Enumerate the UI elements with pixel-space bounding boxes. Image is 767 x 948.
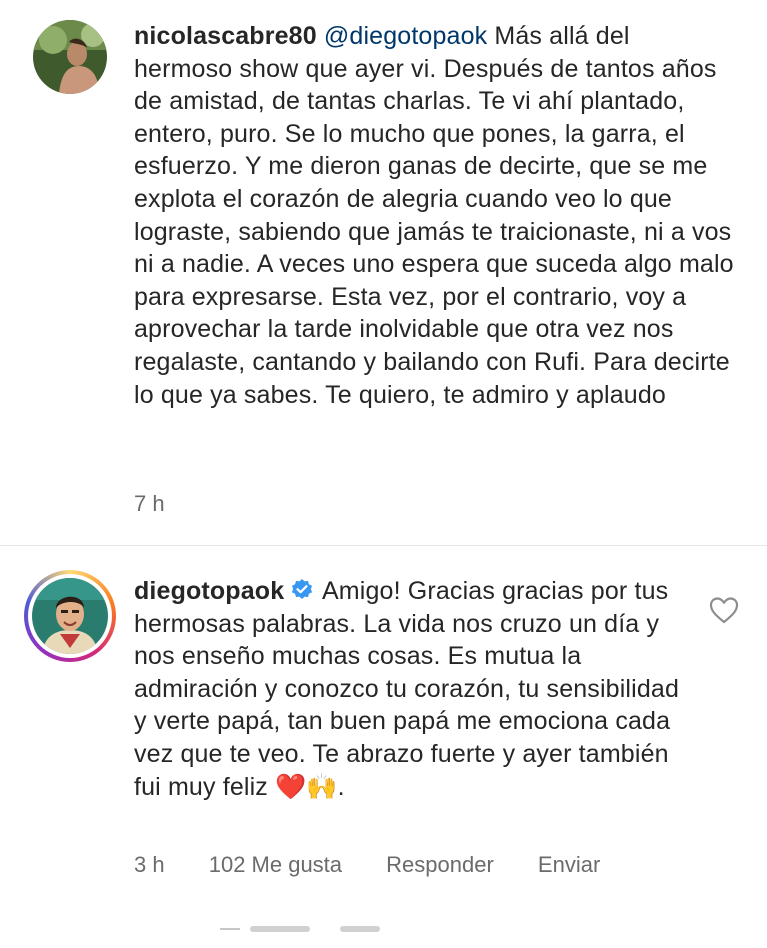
heart-outline-icon [709, 597, 739, 624]
comment-meta: 7 h [134, 491, 203, 517]
reply-button[interactable]: Responder [386, 852, 494, 877]
comment-text: Amigo! Gracias gracias por tus hermosas … [134, 577, 679, 801]
comment-text: Más allá del hermoso show que ayer vi. D… [134, 22, 734, 409]
comment-username[interactable]: diegotopaok [134, 577, 284, 605]
comment-username[interactable]: nicolascabre80 [134, 22, 317, 50]
avatar-diegotopaok [32, 578, 108, 654]
comment-time: 7 h [134, 491, 165, 516]
comment-time: 3 h [134, 852, 165, 877]
verified-badge-icon [292, 579, 313, 599]
comment-emoji: ❤️🙌. [275, 772, 345, 801]
view-replies-peek[interactable] [210, 918, 410, 948]
avatar-photo [33, 20, 107, 94]
comment-body: diegotopaok Amigo! Gracias gracias por t… [134, 575, 694, 803]
likes-count-button[interactable]: 102 Me gusta [209, 852, 342, 877]
story-ring[interactable] [24, 570, 116, 662]
like-button[interactable] [708, 595, 740, 625]
avatar-nicolascabre80[interactable] [33, 20, 107, 94]
send-button[interactable]: Enviar [538, 852, 600, 877]
comment-actions: 3 h 102 Me gusta Responder Enviar [134, 852, 638, 878]
divider [0, 545, 767, 546]
comment-mention[interactable]: @diegotopaok [324, 22, 487, 50]
avatar-photo [32, 578, 108, 654]
comment-body: nicolascabre80 @diegotopaok Más allá del… [134, 20, 734, 411]
